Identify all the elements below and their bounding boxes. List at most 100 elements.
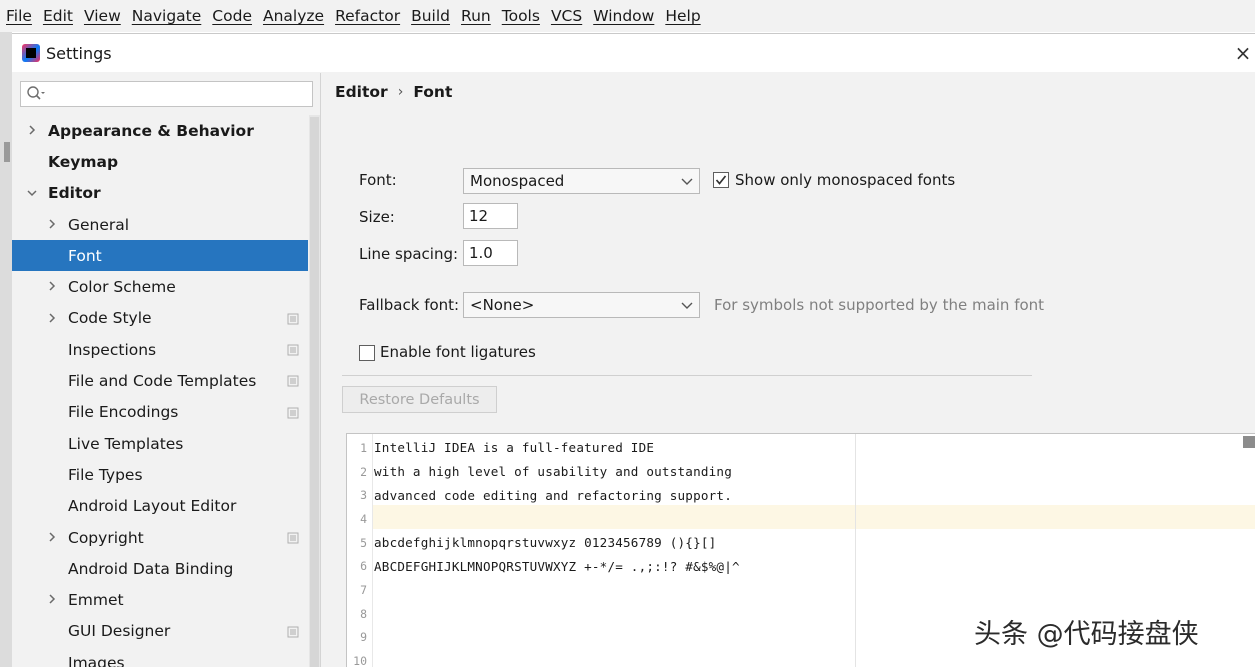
sidebar-item-label: Color Scheme bbox=[68, 278, 176, 297]
sidebar-item-gui-designer[interactable]: GUI Designer bbox=[12, 616, 308, 647]
search-input[interactable] bbox=[49, 84, 307, 104]
sidebar-item-color-scheme[interactable]: Color Scheme bbox=[12, 271, 308, 302]
chevron-down-icon bbox=[681, 302, 693, 309]
project-level-icon bbox=[287, 313, 299, 325]
sidebar-item-general[interactable]: General bbox=[12, 209, 308, 240]
sidebar-item-inspections[interactable]: Inspections bbox=[12, 334, 308, 365]
line-spacing-label: Line spacing: bbox=[359, 245, 459, 263]
chevron-down-icon[interactable] bbox=[26, 187, 38, 199]
sidebar-item-label: Inspections bbox=[68, 340, 157, 359]
line-number: 2 bbox=[360, 464, 367, 479]
settings-search[interactable] bbox=[20, 81, 313, 107]
settings-dialog: Settings × Appearance & Behavior Keymap Ed… bbox=[12, 33, 1255, 667]
sidebar-item-emmet[interactable]: Emmet bbox=[12, 584, 308, 615]
size-input[interactable] bbox=[463, 203, 518, 229]
breadcrumb-parent[interactable]: Editor bbox=[335, 83, 388, 101]
section-divider bbox=[342, 375, 1032, 376]
main-window-marker bbox=[4, 142, 10, 162]
ligatures-label[interactable]: Enable font ligatures bbox=[380, 343, 536, 361]
sidebar-item-copyright[interactable]: Copyright bbox=[12, 522, 308, 553]
line-spacing-input[interactable] bbox=[463, 240, 518, 266]
breadcrumb-separator: › bbox=[397, 84, 404, 100]
sidebar-item-code-style[interactable]: Code Style bbox=[12, 303, 308, 334]
menu-item[interactable]: Navigate bbox=[132, 7, 202, 25]
menu-item[interactable]: File bbox=[6, 7, 32, 25]
menu-item[interactable]: Help bbox=[665, 7, 700, 25]
chevron-right-icon[interactable] bbox=[46, 280, 58, 292]
line-number: 8 bbox=[360, 606, 367, 621]
chevron-right-icon[interactable] bbox=[46, 593, 58, 605]
project-level-icon bbox=[287, 375, 299, 387]
dialog-titlebar: Settings × bbox=[12, 34, 1255, 72]
dialog-title: Settings bbox=[46, 43, 112, 63]
sidebar-item-label: File Encodings bbox=[68, 403, 179, 422]
sidebar-item-images[interactable]: Images bbox=[12, 647, 308, 667]
menu-item[interactable]: VCS bbox=[551, 7, 582, 25]
chevron-right-icon[interactable] bbox=[26, 124, 38, 136]
chevron-right-icon[interactable] bbox=[46, 312, 58, 324]
sidebar-item-font[interactable]: Font bbox=[12, 240, 308, 272]
sidebar-item-file-and-code-templates[interactable]: File and Code Templates bbox=[12, 365, 308, 396]
sidebar-item-android-layout-editor[interactable]: Android Layout Editor bbox=[12, 491, 308, 522]
chevron-right-icon[interactable] bbox=[46, 531, 58, 543]
menu-item[interactable]: Edit bbox=[43, 7, 73, 25]
sidebar-item-label: Editor bbox=[48, 184, 101, 203]
sidebar-item-keymap[interactable]: Keymap bbox=[12, 146, 308, 177]
close-button[interactable]: × bbox=[1231, 40, 1255, 66]
sidebar-item-file-encodings[interactable]: File Encodings bbox=[12, 397, 308, 428]
code-line: 5 abcdefghijklmnopqrstuvwxyz 0123456789 (… bbox=[347, 531, 1227, 555]
code-text: ABCDEFGHIJKLMNOPQRSTUVWXYZ +-*/= .,;:!? … bbox=[374, 558, 740, 574]
sidebar-item-label: File and Code Templates bbox=[68, 372, 257, 391]
code-line: 10 bbox=[347, 649, 1227, 667]
font-label: Font: bbox=[359, 171, 397, 189]
sidebar-item-label: Live Templates bbox=[68, 434, 184, 453]
project-level-icon bbox=[287, 626, 299, 638]
sidebar-item-label: General bbox=[68, 215, 130, 234]
restore-defaults-button[interactable]: Restore Defaults bbox=[342, 386, 497, 413]
font-settings-panel: Editor › Font Font: Monospaced Show only… bbox=[322, 73, 1255, 667]
line-number: 4 bbox=[360, 511, 367, 526]
checkmark-icon bbox=[715, 175, 727, 185]
sidebar-item-android-data-binding[interactable]: Android Data Binding bbox=[12, 553, 308, 584]
sidebar-item-label: Android Data Binding bbox=[68, 559, 234, 578]
settings-sidebar: Appearance & Behavior Keymap Editor General… bbox=[12, 73, 321, 667]
project-level-icon bbox=[287, 532, 299, 544]
menu-item[interactable]: Analyze bbox=[263, 7, 324, 25]
line-number: 5 bbox=[360, 535, 367, 550]
code-text: abcdefghijklmnopqrstuvwxyz 0123456789 ()… bbox=[374, 535, 717, 551]
chevron-right-icon[interactable] bbox=[46, 218, 58, 230]
monospaced-only-checkbox[interactable] bbox=[713, 172, 729, 188]
font-select[interactable]: Monospaced bbox=[463, 168, 700, 194]
monospaced-only-label[interactable]: Show only monospaced fonts bbox=[735, 171, 955, 189]
menu-item[interactable]: Window bbox=[593, 7, 654, 25]
fallback-font-select[interactable]: <None> bbox=[463, 292, 700, 318]
menu-item[interactable]: Tools bbox=[502, 7, 540, 25]
menu-item[interactable]: Code bbox=[212, 7, 252, 25]
sidebar-item-appearance-behavior[interactable]: Appearance & Behavior bbox=[12, 115, 308, 146]
menu-item[interactable]: View bbox=[84, 7, 121, 25]
menu-item[interactable]: Run bbox=[461, 7, 491, 25]
code-line: 3 advanced code editing and refactoring s… bbox=[347, 483, 1227, 507]
sidebar-scrollbar-thumb[interactable] bbox=[310, 117, 319, 667]
fallback-font-label: Fallback font: bbox=[359, 296, 460, 314]
sidebar-item-editor[interactable]: Editor bbox=[12, 178, 308, 209]
sidebar-item-label: Appearance & Behavior bbox=[48, 121, 254, 140]
sidebar-item-file-types[interactable]: File Types bbox=[12, 459, 308, 490]
sidebar-item-label: Copyright bbox=[68, 528, 144, 547]
menu-bar: File Edit View Navigate Code Analyze Refactor B… bbox=[0, 0, 1255, 32]
line-number: 6 bbox=[360, 559, 367, 574]
sidebar-item-label: Emmet bbox=[68, 591, 124, 610]
sidebar-item-label: File Types bbox=[68, 465, 143, 484]
menu-item[interactable]: Refactor bbox=[335, 7, 400, 25]
line-number: 10 bbox=[353, 654, 367, 667]
code-line: 2 with a high level of usability and outs… bbox=[347, 460, 1227, 484]
chevron-down-icon bbox=[681, 178, 693, 185]
code-text: with a high level of usability and outst… bbox=[374, 464, 732, 480]
sidebar-item-live-templates[interactable]: Live Templates bbox=[12, 428, 308, 459]
code-text: IntelliJ IDEA is a full-featured IDE bbox=[374, 440, 655, 456]
line-number: 7 bbox=[360, 583, 367, 598]
font-select-value: Monospaced bbox=[470, 172, 565, 190]
inspection-status-icon[interactable] bbox=[1243, 436, 1255, 448]
ligatures-checkbox[interactable] bbox=[359, 345, 375, 361]
menu-item[interactable]: Build bbox=[411, 7, 450, 25]
